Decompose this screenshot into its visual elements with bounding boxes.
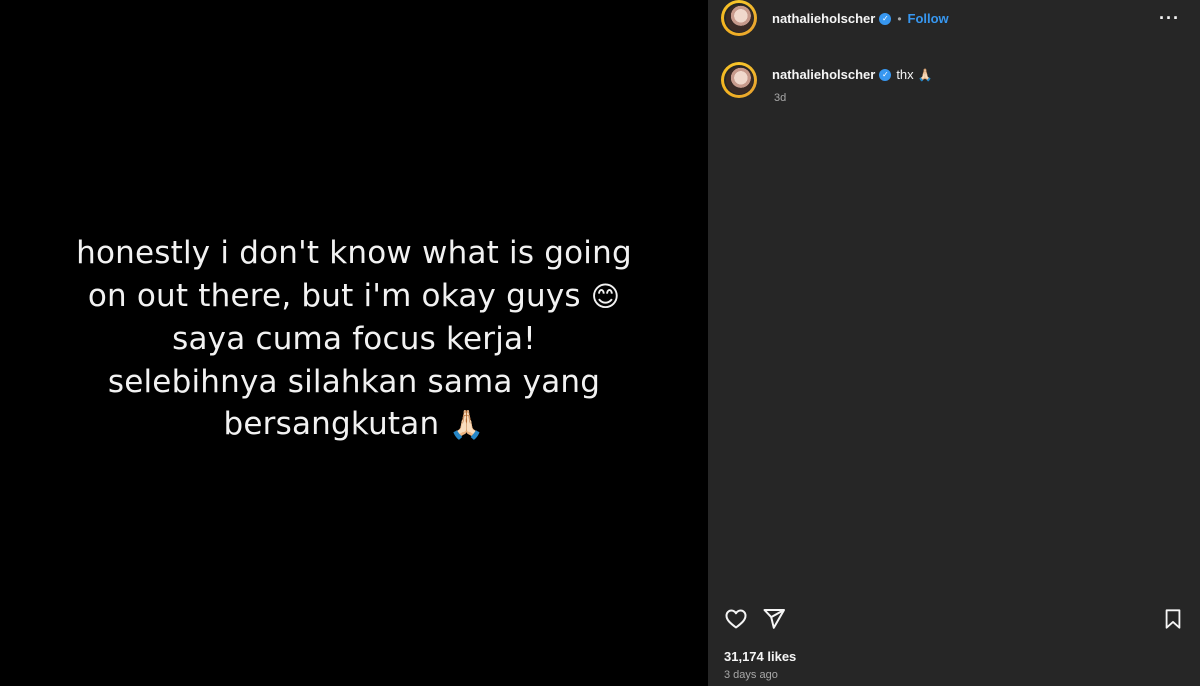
avatar-ring-inner	[724, 65, 754, 95]
story-line-text: bersangkutan	[223, 406, 440, 442]
story-line-text: honestly i don't know what is going	[76, 235, 632, 271]
post-viewer: honestly i don't know what is going on o…	[0, 0, 1200, 686]
author-avatar[interactable]	[721, 0, 757, 36]
story-line-text: saya cuma focus kerja!	[172, 321, 536, 357]
author-username[interactable]: nathalieholscher	[772, 11, 875, 26]
story-line-text: selebihnya silahkan sama yang	[107, 363, 601, 400]
more-options-icon[interactable]: ···	[1159, 8, 1180, 29]
comment-timestamp[interactable]: 3d	[774, 92, 786, 104]
pray-emoji-icon: 🙏🏻	[449, 408, 485, 441]
post-timestamp[interactable]: 3 days ago	[724, 669, 778, 681]
story-caption: honestly i don't know what is going on o…	[0, 232, 708, 447]
post-header: nathalieholscher ✓ • Follow	[772, 11, 949, 26]
paper-plane-icon[interactable]	[761, 606, 787, 632]
verified-badge-icon: ✓	[879, 68, 892, 81]
story-line: saya cuma focus kerja!	[0, 318, 708, 361]
smile-emoji-icon: 😊	[590, 279, 621, 313]
comment-text: thx	[896, 67, 914, 82]
story-line: selebihnya silahkan sama yang	[0, 361, 708, 404]
story-line: honestly i don't know what is going	[0, 232, 708, 275]
avatar-photo	[725, 66, 753, 94]
post-side-panel: nathalieholscher ✓ • Follow ··· nathalie…	[708, 0, 1200, 686]
like-count[interactable]: 31,174 likes	[724, 649, 796, 664]
pray-emoji-icon: 🙏🏻	[917, 67, 933, 82]
bookmark-icon[interactable]	[1160, 606, 1186, 632]
avatar-photo	[725, 4, 753, 32]
story-media[interactable]: honestly i don't know what is going on o…	[0, 0, 708, 686]
comment-username[interactable]: nathalieholscher	[772, 67, 875, 82]
heart-icon[interactable]	[723, 606, 749, 632]
story-line-text: on out there, but i'm okay guys	[87, 277, 581, 314]
comment: nathalieholscher ✓ thx 🙏🏻	[772, 67, 933, 82]
verified-badge-icon: ✓	[879, 12, 892, 25]
post-actions	[723, 606, 799, 632]
comment-author-avatar[interactable]	[721, 62, 757, 98]
avatar-ring-inner	[724, 3, 754, 33]
story-line: bersangkutan 🙏🏻	[0, 403, 708, 447]
follow-button[interactable]: Follow	[908, 11, 949, 26]
header-separator: •	[897, 11, 902, 26]
story-line: on out there, but i'm okay guys 😊	[0, 275, 708, 319]
